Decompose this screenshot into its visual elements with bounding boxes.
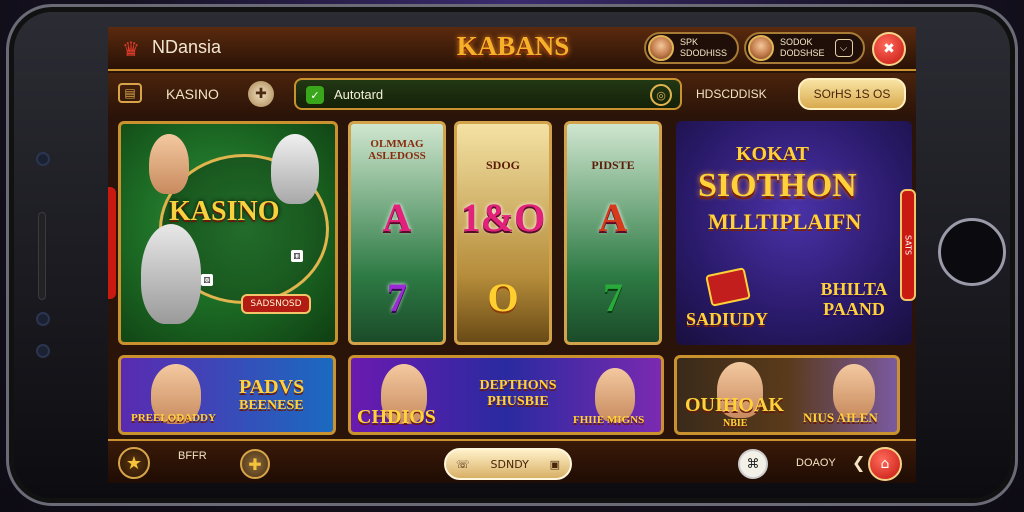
balance-pill[interactable]: SOrHS 1S OS bbox=[798, 78, 906, 110]
brand-logo-icon: ♛ bbox=[122, 37, 140, 61]
promo-tile[interactable]: KOKAT SIOTHON MLLTIPLAIFN SADIUDY BHILTA… bbox=[676, 121, 912, 345]
reel-symbol: 1&O bbox=[460, 195, 546, 240]
game-caption: PREELODADDY bbox=[131, 412, 216, 424]
footer-text-2: DOAOY bbox=[796, 457, 836, 469]
avatar bbox=[748, 35, 774, 61]
promo-sub-text: MLLTIPLAIFN bbox=[708, 209, 862, 234]
phone-icon: ☏ bbox=[456, 457, 470, 471]
cart-icon[interactable]: ▤ bbox=[118, 83, 142, 103]
reel-title: SDOG bbox=[485, 158, 520, 172]
speaker-grille bbox=[38, 212, 46, 300]
game-title: PADVS bbox=[239, 376, 305, 398]
nav-info-text: HDSCDDISK bbox=[696, 87, 767, 101]
user-chip-2[interactable]: SODOK DODSHSE ⌵ bbox=[744, 32, 865, 64]
user-chip-text: SPK SDODHISS bbox=[680, 37, 728, 58]
slot-reel-3[interactable]: PIDSTE A 7 bbox=[564, 121, 662, 345]
nav-label: KASINO bbox=[166, 86, 219, 102]
game-title: OUIHOAK bbox=[685, 394, 784, 416]
close-icon: ✖ bbox=[883, 41, 895, 57]
footer-bar: ★ BFFR ✚ ☏ SDNDY ▣ ⌘ DOAOY ❮ ⌂ bbox=[108, 439, 916, 483]
search-bar[interactable]: ✓ Autotard ◎ bbox=[294, 78, 682, 110]
game-caption: NIUS AILEN bbox=[803, 410, 878, 425]
game-tile-2[interactable]: CHDIOS DEPTHONS PHUSBIE FHIIE MIGNS bbox=[348, 355, 664, 435]
reel-title: OLMMAG ASLEDOSS bbox=[368, 138, 426, 162]
star-icon[interactable]: ★ bbox=[118, 447, 150, 479]
expand-icon[interactable]: ⌵ bbox=[834, 39, 853, 57]
app-title: KABANS bbox=[456, 31, 570, 61]
search-value: Autotard bbox=[334, 87, 384, 102]
game-subtitle: BEENESE bbox=[239, 398, 304, 413]
brand-name: NDansia bbox=[152, 37, 222, 57]
dice-icon: ⚄ bbox=[201, 274, 213, 286]
slot-reel-1[interactable]: OLMMAG ASLEDOSS A 7 bbox=[348, 121, 446, 345]
reel-title: PIDSTE bbox=[591, 158, 635, 172]
player-figure bbox=[141, 224, 201, 324]
game-tile-1[interactable]: PADVS BEENESE PREELODADDY bbox=[118, 355, 336, 435]
left-side-tab[interactable] bbox=[108, 187, 116, 299]
search-icon[interactable]: ◎ bbox=[650, 84, 672, 106]
settings-icon[interactable]: ✚ bbox=[248, 81, 274, 107]
promo-main-text: SIOTHON bbox=[698, 167, 857, 204]
dice-icon: ⚅ bbox=[291, 250, 303, 262]
sensor-icon bbox=[36, 344, 50, 358]
slot-reel-2[interactable]: SDOG 1&O O bbox=[454, 121, 552, 345]
reel-symbol: A bbox=[382, 195, 412, 240]
reel-symbol: 7 bbox=[603, 275, 623, 320]
user-chip-1[interactable]: SPK SDODHISS bbox=[644, 32, 740, 64]
kasino-play-button[interactable]: SADSNOSD bbox=[241, 294, 311, 314]
reel-symbol: A bbox=[598, 195, 628, 240]
front-camera-icon bbox=[36, 152, 50, 166]
menu-icon: ▣ bbox=[549, 457, 560, 471]
card-icon bbox=[705, 267, 751, 307]
kasino-tile[interactable]: KASINO ⚅ ⚄ SADSNOSD bbox=[118, 121, 338, 345]
reel-symbol: O bbox=[487, 275, 519, 320]
avatar bbox=[648, 35, 674, 61]
game-tile-3[interactable]: OUIHOAK NBIE NIUS AILEN bbox=[674, 355, 900, 435]
spin-button[interactable]: ☏ SDNDY ▣ bbox=[444, 448, 572, 480]
app-screen: ♛ NDansia KABANS SPK SDODHISS SODOK DODS… bbox=[108, 27, 916, 483]
sensor-icon bbox=[36, 312, 50, 326]
nav-bar: ▤ KASINO ✚ ✓ Autotard ◎ HDSCDDISK SOrHS … bbox=[108, 73, 916, 115]
game-subtitle: NBIE bbox=[723, 418, 748, 429]
user-chip-text: SODOK DODSHSE bbox=[780, 37, 825, 58]
close-button[interactable]: ✖ bbox=[872, 32, 906, 66]
game-title: CHDIOS bbox=[357, 406, 436, 428]
promo-top-text: KOKAT bbox=[736, 143, 809, 165]
dealer-figure bbox=[149, 134, 189, 194]
side-tab[interactable]: SATS bbox=[900, 189, 916, 301]
chevron-left-icon[interactable]: ❮ bbox=[852, 453, 865, 472]
promo-badge-2: BHILTA PAAND bbox=[820, 279, 888, 319]
footer-text: BFFR bbox=[178, 450, 207, 462]
game-caption: FHIIE MIGNS bbox=[573, 414, 645, 426]
game-subtitle: DEPTHONS PHUSBIE bbox=[479, 378, 557, 409]
home-icon[interactable]: ⌂ bbox=[868, 447, 902, 481]
plus-icon[interactable]: ✚ bbox=[240, 449, 270, 479]
promo-badge-1: SADIUDY bbox=[686, 309, 769, 329]
mascot-figure bbox=[271, 134, 319, 204]
top-bar: ♛ NDansia KABANS SPK SDODHISS SODOK DODS… bbox=[108, 27, 916, 71]
kasino-title: KASINO bbox=[169, 196, 280, 227]
reel-symbol: 7 bbox=[387, 275, 407, 320]
grid-icon[interactable]: ⌘ bbox=[738, 449, 768, 479]
check-icon: ✓ bbox=[306, 86, 324, 104]
home-button[interactable] bbox=[938, 218, 1006, 286]
spin-label: SDNDY bbox=[490, 457, 529, 471]
